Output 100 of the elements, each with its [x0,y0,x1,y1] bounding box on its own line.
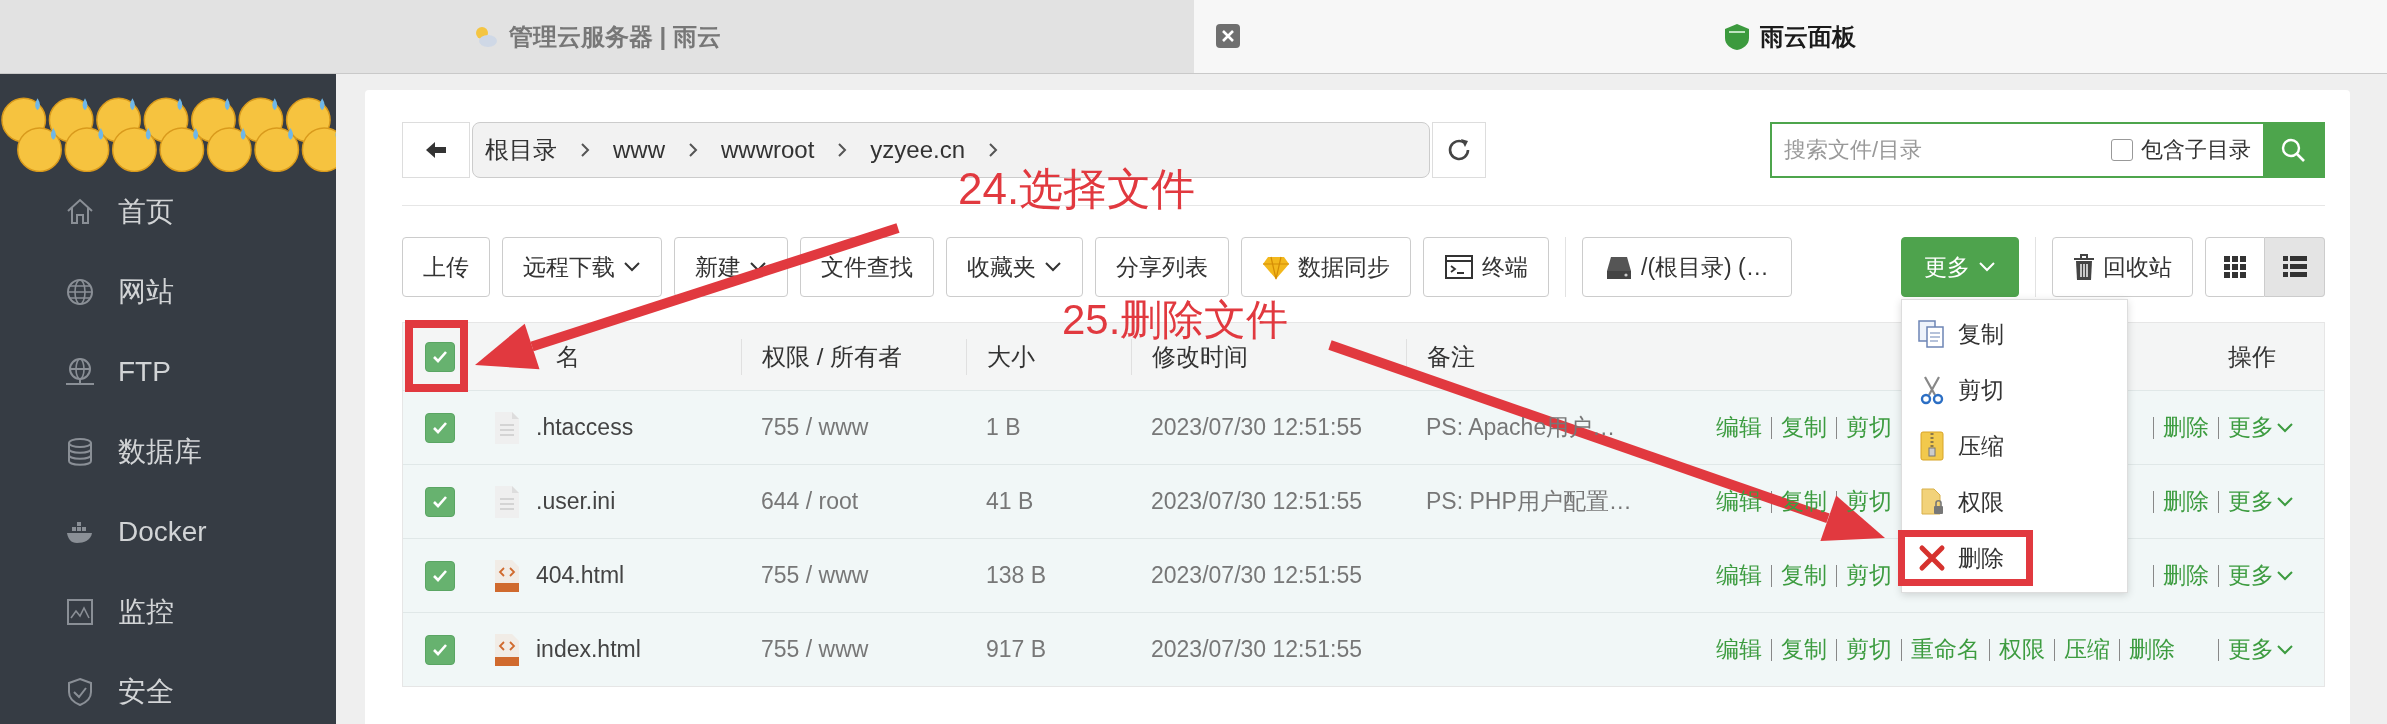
search-field[interactable]: 搜索文件/目录 [1772,136,2111,164]
file-name[interactable]: .user.ini [536,488,616,515]
menu-item[interactable]: 权限 [1902,474,2018,530]
chevron-icon [687,142,699,158]
file-size: 917 B [986,636,1047,663]
caret-icon [2276,569,2294,582]
caret-icon [623,261,641,273]
caret-icon [1044,261,1062,273]
breadcrumb-item[interactable]: wwwroot [721,136,815,164]
refresh-button[interactable] [1432,122,1486,178]
tab-title: 管理云服务器 | 雨云 [508,21,721,52]
text-file-icon [494,484,520,519]
close-icon[interactable] [1215,24,1240,48]
column-header: 大小 [987,341,1035,372]
menu-label: 剪切 [1958,375,2004,405]
file-name[interactable]: 404.html [536,562,625,589]
sidebar-item[interactable]: 数据库 [0,412,336,492]
annotation-label: 25.删除文件 [1062,299,1289,341]
list-icon [2282,256,2307,278]
html-file-icon [494,632,520,667]
file-note[interactable]: PS: PHP用户配置… [1426,486,1632,517]
shield-icon [1724,22,1751,51]
menu-item[interactable]: 复制 [1902,306,2018,362]
breadcrumb-item[interactable]: 根目录 [485,134,557,166]
html-file-icon [494,558,520,593]
recycle-bin-button[interactable]: 回收站 [2052,237,2193,297]
monitor-chart-icon [64,596,96,628]
file-name[interactable]: .htaccess [536,414,634,441]
sidebar-item[interactable]: FTP [0,332,336,412]
toolbar-button[interactable]: /(根目录) (… [1582,237,1792,297]
menu-item[interactable]: 剪切 [1902,362,2018,418]
search-box[interactable]: 搜索文件/目录 包含子目录 [1770,122,2325,178]
file-size: 1 B [986,414,1021,441]
menu-label: 压缩 [1958,431,2004,461]
permission-text: 644 / root [761,488,859,515]
view-toggle[interactable] [2265,237,2325,297]
toolbar-button[interactable]: 收藏夹 [946,237,1083,297]
row-checkbox[interactable] [424,560,455,591]
chevron-icon [836,142,849,158]
column-header: 修改时间 [1152,341,1248,372]
checkbox[interactable] [2111,139,2133,161]
menu-item[interactable]: 删除 [1898,530,2033,586]
modified-time: 2023/07/30 12:51:55 [1151,636,1363,663]
column-header: 操作 [2228,341,2276,372]
column-header: 权限 / 所有者 [762,341,902,372]
toolbar-button[interactable]: 数据同步 [1241,237,1411,297]
sidebar-item[interactable]: 监控 [0,572,336,652]
text-file-icon [494,410,520,445]
view-toggle[interactable] [2205,237,2265,297]
menu-label: 复制 [1958,319,2004,349]
select-all-checkbox[interactable] [424,341,455,372]
terminal-icon [1444,253,1474,281]
sidebar-item[interactable]: 网站 [0,252,336,332]
grid-icon [2224,256,2246,278]
file-name[interactable]: index.html [536,636,641,663]
row-checkbox[interactable] [424,634,455,665]
menu-label: 权限 [1958,487,2004,517]
modified-time: 2023/07/30 12:51:55 [1151,488,1363,515]
toolbar-button[interactable]: 终端 [1423,237,1549,297]
row-checkbox[interactable] [424,486,455,517]
sidebar-item[interactable]: 首页 [0,172,336,252]
sidebar-item[interactable]: Docker [0,492,336,572]
toolbar-button[interactable]: 远程下载 [502,237,662,297]
menu-item[interactable]: 压缩 [1902,418,2018,474]
sidebar-label: Docker [118,516,207,548]
back-button[interactable] [402,122,470,178]
permission-text: 755 / www [761,562,869,589]
sidebar-label: FTP [118,356,171,388]
toolbar-button[interactable]: 文件查找 [800,237,934,297]
modified-time: 2023/07/30 12:51:55 [1151,562,1363,589]
sidebar-label: 首页 [118,195,174,229]
toolbar-button[interactable]: 上传 [402,237,490,297]
sidebar-label: 网站 [118,275,174,309]
sidebar-label: 安全 [118,675,174,709]
caret-icon [2276,421,2294,434]
sidebar-label: 数据库 [118,435,202,469]
modified-time: 2023/07/30 12:51:55 [1151,414,1363,441]
caret-icon [2276,495,2294,508]
search-button[interactable] [2263,124,2323,176]
breadcrumb-item[interactable]: www [613,136,665,164]
caret-icon [1978,261,1996,273]
file-size: 41 B [986,488,1034,515]
chevron-icon [987,142,1000,158]
browser-tab[interactable]: 雨云面板 [1193,0,2387,73]
caret-icon [2276,643,2294,656]
toolbar-button[interactable]: 分享列表 [1095,237,1229,297]
sidebar-item[interactable]: 安全 [0,652,336,724]
trash-icon [2073,253,2095,281]
back-arrow-icon [424,140,448,160]
column-header: 备注 [1427,341,1475,372]
row-checkbox[interactable] [424,412,455,443]
breadcrumb-item[interactable]: yzyee.cn [870,136,966,164]
search-icon [2280,137,2306,163]
permission-text: 755 / www [761,636,869,663]
permission-text: 755 / www [761,414,869,441]
sidebar-label: 监控 [118,595,174,629]
tab-title: 雨云面板 [1760,21,1857,52]
menu-label: 删除 [1958,543,2004,573]
chevron-icon [579,142,591,158]
globe-icon [64,276,96,308]
